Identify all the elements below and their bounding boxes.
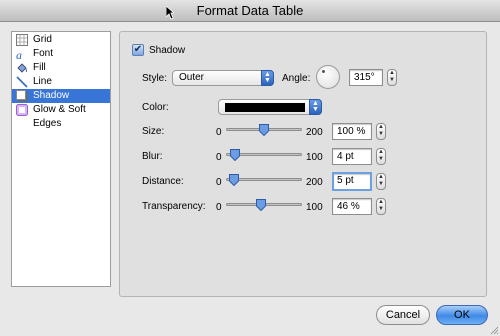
glow-icon (16, 104, 28, 116)
blur-slider-thumb[interactable] (230, 149, 240, 161)
fill-bucket-icon (17, 63, 27, 73)
dial-indicator-icon (322, 70, 325, 73)
shadow-settings-panel: ✔ Shadow Style: Outer ▲ ▼ Angle: 315° ▲ ▼ … (119, 31, 487, 297)
blur-min-label: 0 (216, 152, 222, 163)
checkmark-icon: ✔ (133, 44, 143, 55)
blur-max-label: 100 (306, 152, 323, 163)
blur-stepper[interactable]: ▲ ▼ (376, 148, 386, 165)
category-list: Grid a Font Fill Line Shadow Glow & Soft… (11, 31, 111, 287)
transparency-slider-thumb[interactable] (256, 199, 266, 211)
chevron-updown-icon: ▲ ▼ (261, 70, 274, 86)
sidebar-item-fill[interactable]: Fill (12, 61, 110, 75)
blur-label: Blur: (142, 151, 163, 162)
shadow-icon (16, 90, 28, 102)
cancel-button-label: Cancel (385, 309, 421, 321)
distance-min-label: 0 (216, 177, 222, 188)
angle-dial[interactable] (316, 65, 340, 89)
distance-input[interactable]: 5 pt (332, 172, 372, 191)
format-data-table-dialog: Format Data Table Grid a Font Fill Line … (0, 0, 500, 336)
sidebar-item-label: Shadow (33, 90, 70, 101)
transparency-label: Transparency: (142, 201, 206, 212)
size-min-label: 0 (216, 127, 222, 138)
transparency-slider[interactable] (226, 199, 302, 211)
color-label: Color: (142, 102, 169, 113)
angle-stepper[interactable]: ▲ ▼ (387, 69, 397, 86)
sidebar-item-line[interactable]: Line (12, 75, 110, 89)
ok-button[interactable]: OK (436, 305, 488, 325)
distance-label: Distance: (142, 176, 184, 187)
sidebar-item-font[interactable]: a Font (12, 47, 110, 61)
angle-input-value: 315° (354, 72, 375, 83)
blur-input[interactable]: 4 pt (332, 148, 372, 165)
shadow-checkbox[interactable]: ✔ (132, 44, 144, 56)
style-label: Style: (142, 73, 168, 84)
style-select[interactable]: Outer ▲ ▼ (172, 70, 274, 86)
line-icon (16, 76, 28, 88)
angle-input[interactable]: 315° (349, 69, 383, 86)
sidebar-item-label: Glow & Soft Edges (33, 104, 86, 129)
size-input-value: 100 % (337, 126, 366, 137)
transparency-min-label: 0 (216, 202, 222, 213)
distance-max-label: 200 (306, 177, 323, 188)
distance-input-value: 5 pt (337, 175, 354, 186)
grid-icon (16, 34, 28, 46)
size-label: Size: (142, 126, 165, 137)
svg-text:a: a (16, 48, 22, 60)
chevron-updown-icon: ▲ ▼ (309, 99, 322, 115)
window-title: Format Data Table (196, 3, 304, 18)
size-input[interactable]: 100 % (332, 123, 372, 140)
angle-label: Angle: (282, 73, 311, 84)
ok-button-label: OK (454, 309, 470, 321)
transparency-input[interactable]: 46 % (332, 198, 372, 215)
resize-grip-icon[interactable] (489, 325, 499, 335)
font-icon: a (16, 48, 22, 60)
transparency-max-label: 100 (306, 202, 323, 213)
sidebar-item-grid[interactable]: Grid (12, 33, 110, 47)
size-slider[interactable] (226, 124, 302, 136)
style-select-value: Outer (179, 72, 205, 83)
color-picker[interactable]: ▲ ▼ (218, 99, 322, 115)
transparency-stepper[interactable]: ▲ ▼ (376, 198, 386, 215)
sidebar-item-label: Line (33, 76, 52, 87)
distance-slider[interactable] (226, 174, 302, 186)
size-stepper[interactable]: ▲ ▼ (376, 123, 386, 140)
transparency-input-value: 46 % (337, 201, 360, 212)
shadow-checkbox-label: Shadow (149, 45, 186, 56)
distance-stepper[interactable]: ▲ ▼ (376, 173, 386, 190)
sidebar-item-glow[interactable]: Glow & Soft Edges (12, 103, 110, 129)
blur-input-value: 4 pt (337, 151, 354, 162)
size-slider-thumb[interactable] (259, 124, 269, 136)
distance-slider-thumb[interactable] (229, 174, 239, 186)
blur-slider[interactable] (226, 149, 302, 161)
sidebar-item-label: Fill (33, 62, 46, 73)
title-bar[interactable]: Format Data Table (0, 0, 500, 22)
sidebar-item-shadow[interactable]: Shadow (12, 89, 110, 103)
size-max-label: 200 (306, 127, 323, 138)
color-swatch (225, 103, 305, 112)
sidebar-item-label: Font (33, 48, 54, 59)
sidebar-item-label: Grid (33, 34, 52, 45)
cancel-button[interactable]: Cancel (376, 305, 430, 325)
mouse-cursor-icon (166, 6, 174, 20)
